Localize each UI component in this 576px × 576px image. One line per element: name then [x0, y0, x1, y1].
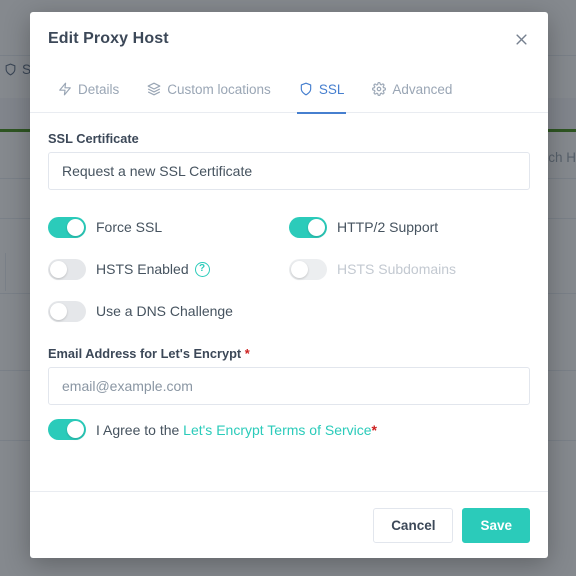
toggle-row-force-ssl: Force SSL [48, 206, 289, 248]
ssl-certificate-label: SSL Certificate [48, 131, 139, 146]
ssl-options-grid: Force SSL HTTP/2 Support HSTS Enabled ? [48, 206, 530, 332]
toggle-knob [50, 302, 67, 320]
email-field[interactable]: email@example.com [48, 367, 530, 405]
shield-icon [300, 82, 312, 96]
tab-custom-locations[interactable]: Custom locations [133, 66, 285, 113]
tab-advanced-label: Advanced [392, 81, 453, 97]
terms-agreement-toggle[interactable] [48, 419, 86, 440]
gear-icon [372, 82, 387, 96]
modal-footer: Cancel Save [30, 491, 548, 558]
email-label-text: Email Address for Let's Encrypt [48, 346, 242, 361]
toggle-knob [67, 218, 84, 236]
agreement-row: I Agree to the Let's Encrypt Terms of Se… [48, 419, 530, 440]
toggle-knob [67, 421, 84, 438]
agreement-text: I Agree to the Let's Encrypt Terms of Se… [96, 422, 377, 438]
modal-body: SSL Certificate Request a new SSL Certif… [30, 113, 548, 491]
page-title: Edit Proxy Host [48, 30, 169, 47]
ssl-certificate-select[interactable]: Request a new SSL Certificate [48, 152, 530, 190]
modal-header: Edit Proxy Host [30, 12, 548, 66]
agreement-prefix: I Agree to the [96, 421, 184, 438]
toggle-knob [50, 260, 67, 278]
tab-details[interactable]: Details [44, 66, 133, 113]
close-icon[interactable] [508, 26, 534, 52]
close-x-glyph [515, 33, 527, 45]
force-ssl-label: Force SSL [96, 219, 163, 235]
tab-ssl[interactable]: SSL [285, 66, 359, 114]
toggle-row-hsts-subdomains: HSTS Subdomains [289, 248, 530, 290]
tab-advanced[interactable]: Advanced [358, 66, 466, 113]
email-block: Email Address for Let's Encrypt * email@… [48, 346, 530, 405]
toggle-row-dns-challenge: Use a DNS Challenge [48, 290, 289, 332]
tab-ssl-label: SSL [318, 81, 345, 97]
toggle-row-http2: HTTP/2 Support [289, 206, 530, 248]
toggle-row-hsts-enabled: HSTS Enabled ? [48, 248, 289, 290]
force-ssl-toggle[interactable] [48, 216, 86, 238]
toggle-knob [308, 218, 325, 236]
save-button[interactable]: Save [462, 507, 530, 543]
http2-support-label: HTTP/2 Support [337, 219, 439, 235]
hsts-subdomains-label: HSTS Subdomains [337, 261, 457, 277]
dns-challenge-toggle[interactable] [48, 300, 86, 322]
layers-icon [147, 82, 161, 96]
help-icon[interactable]: ? [194, 261, 210, 277]
zap-icon [59, 82, 71, 96]
http2-support-toggle[interactable] [289, 216, 327, 238]
lets-encrypt-terms-link[interactable]: Let's Encrypt Terms of Service [183, 422, 371, 438]
cancel-button[interactable]: Cancel [373, 507, 454, 543]
tab-custom-locations-label: Custom locations [167, 81, 271, 97]
email-label: Email Address for Let's Encrypt * [48, 346, 530, 361]
hsts-enabled-label-wrap: HSTS Enabled ? [96, 261, 210, 277]
dns-challenge-label: Use a DNS Challenge [96, 303, 233, 319]
required-marker: * [371, 421, 377, 438]
hsts-subdomains-toggle[interactable] [289, 258, 327, 280]
toggle-knob [291, 260, 308, 278]
tab-details-label: Details [78, 81, 120, 97]
modal-tabs: Details Custom locations SSL Advanced [30, 66, 548, 114]
required-marker: * [244, 346, 250, 361]
hsts-enabled-label: HSTS Enabled [96, 261, 189, 277]
edit-proxy-host-modal: Edit Proxy Host Details Custom locations [30, 12, 548, 558]
hsts-enabled-toggle[interactable] [48, 258, 86, 280]
